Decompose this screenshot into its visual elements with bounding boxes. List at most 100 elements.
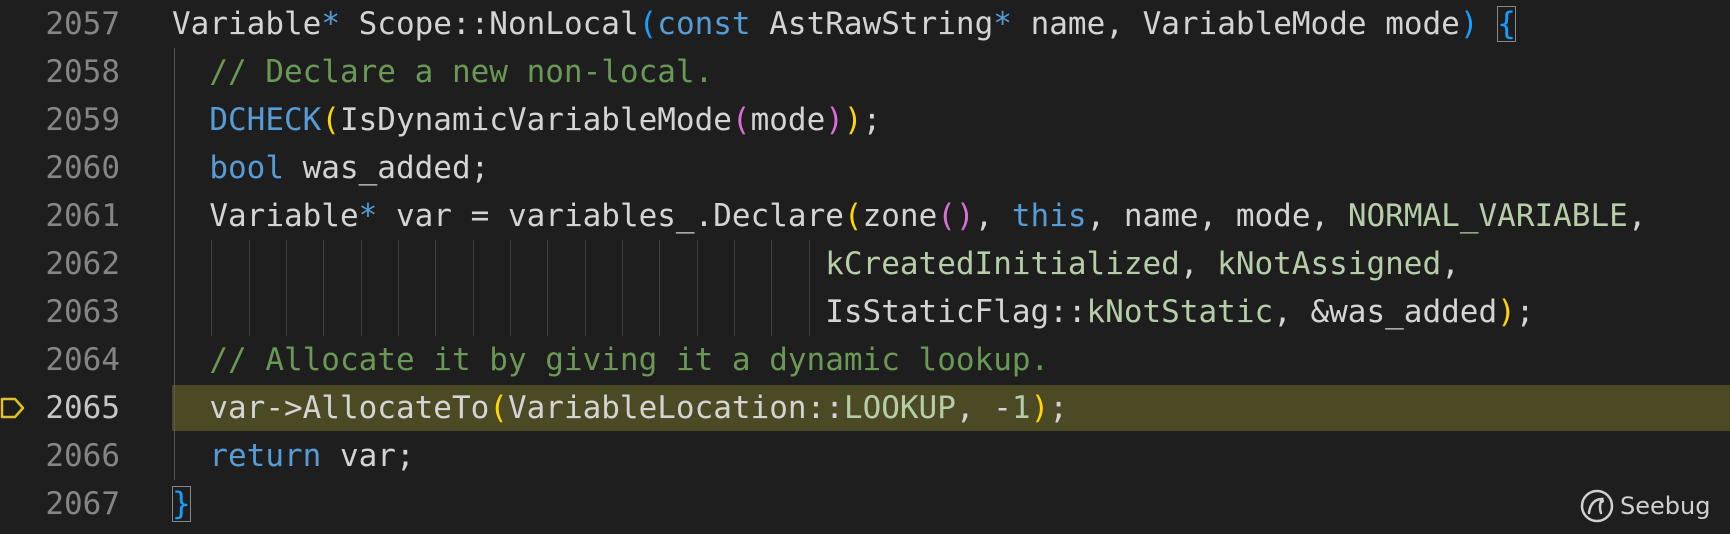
code-token: // Declare a new non-local.: [172, 54, 714, 90]
code-token: ,: [974, 198, 1012, 234]
code-token: zone: [862, 198, 938, 234]
code-token: Variable: [172, 198, 359, 234]
code-token: IsStaticFlag::: [172, 294, 1087, 330]
code-token: (: [843, 198, 863, 234]
line-number: 2063: [45, 294, 120, 330]
indent-guide: [435, 240, 436, 336]
code-token: (: [731, 102, 751, 138]
code-token: AstRawString: [750, 6, 994, 42]
indent-guide: [211, 240, 212, 336]
code-token: , -: [955, 390, 1012, 426]
code-token: Variable: [172, 6, 322, 42]
code-token: VariableLocation::: [507, 390, 844, 426]
code-token: Scope::NonLocal: [339, 6, 639, 42]
code-text[interactable]: Variable * Scope::NonLocal(const AstRawSt…: [172, 0, 1516, 48]
code-line[interactable]: 2065 var->AllocateTo(VariableLocation::L…: [0, 384, 1730, 432]
code-line[interactable]: 2057 Variable * Scope::NonLocal(const AstR…: [0, 0, 1730, 48]
indent-guide: [697, 240, 698, 336]
code-line[interactable]: 2063 IsStaticFlag::kNotStatic, &was_adde…: [0, 288, 1730, 336]
line-number: 2065: [45, 390, 120, 426]
code-line[interactable]: 2060 bool was_added;: [0, 144, 1730, 192]
code-token: ;: [1049, 390, 1068, 426]
code-token: ;: [1515, 294, 1535, 330]
code-token: (: [321, 102, 340, 138]
indent-guide: [809, 240, 810, 336]
code-token: bool: [209, 150, 284, 186]
code-text[interactable]: IsStaticFlag::kNotStatic, &was_added);: [172, 288, 1534, 336]
code-text[interactable]: }: [172, 480, 191, 528]
code-token: *: [993, 6, 1012, 42]
code-token: , name, mode,: [1086, 198, 1348, 234]
code-line[interactable]: 2058 // Declare a new non-local.: [0, 48, 1730, 96]
indent-guide: [174, 48, 175, 480]
line-number: 2061: [45, 198, 120, 234]
code-token: (: [638, 6, 658, 42]
code-token: ): [843, 102, 863, 138]
code-token: ): [825, 102, 844, 138]
code-token: var = variables_.Declare: [377, 198, 844, 234]
matched-bracket: }: [172, 486, 191, 522]
code-token: , &was_added: [1273, 294, 1498, 330]
indent-guide: [286, 240, 287, 336]
indent-guide: [249, 240, 250, 336]
line-number: 2057: [45, 6, 120, 42]
seebug-watermark: Seebug: [1580, 484, 1710, 528]
line-number: 2058: [45, 54, 120, 90]
indent-guide: [510, 240, 511, 336]
code-token: return: [209, 438, 322, 474]
code-token: *: [358, 198, 378, 234]
seebug-logo-icon: [1580, 489, 1614, 523]
indent-guide: [622, 240, 623, 336]
indent-guide: [585, 240, 586, 336]
code-line[interactable]: 2061 Variable* var = variables_.Declare(…: [0, 192, 1730, 240]
line-number: 2060: [45, 150, 120, 186]
code-line[interactable]: 2059 DCHECK(IsDynamicVariableMode(mode))…: [0, 96, 1730, 144]
code-text[interactable]: DCHECK(IsDynamicVariableMode(mode));: [172, 96, 881, 144]
code-text[interactable]: bool was_added;: [172, 144, 489, 192]
line-number: 2062: [45, 246, 120, 282]
line-number: 2066: [45, 438, 120, 474]
indent-guide: [734, 240, 735, 336]
code-token: NORMAL_VARIABLE: [1347, 198, 1628, 234]
code-token: (): [937, 198, 975, 234]
indent-guide: [659, 240, 660, 336]
code-text[interactable]: kCreatedInitialized, kNotAssigned,: [172, 240, 1460, 288]
code-token: 1: [1011, 390, 1031, 426]
indent-guide: [398, 240, 399, 336]
watermark-text: Seebug: [1620, 492, 1711, 520]
code-token: ,: [1627, 198, 1647, 234]
code-token: this: [1011, 198, 1087, 234]
line-number: 2064: [45, 342, 120, 378]
code-token: ): [1497, 294, 1516, 330]
code-token: ): [1030, 390, 1050, 426]
code-token: ): [1459, 6, 1479, 42]
code-line[interactable]: 2062 kCreatedInitialized, kNotAssigned,: [0, 240, 1730, 288]
indent-guide: [361, 240, 362, 336]
code-text[interactable]: var->AllocateTo(VariableLocation::LOOKUP…: [172, 384, 1068, 432]
code-token: was_added;: [283, 150, 490, 186]
code-text[interactable]: return var;: [172, 432, 415, 480]
line-number: 2067: [45, 486, 120, 522]
code-token: mode: [750, 102, 826, 138]
code-token: const: [657, 6, 751, 42]
code-line[interactable]: 2064 // Allocate it by giving it a dynam…: [0, 336, 1730, 384]
code-line[interactable]: 2066 return var;: [0, 432, 1730, 480]
code-text[interactable]: Variable* var = variables_.Declare(zone(…: [172, 192, 1646, 240]
code-token: // Allocate it by giving it a dynamic lo…: [172, 342, 1050, 378]
code-text[interactable]: // Declare a new non-local.: [172, 48, 713, 96]
code-token: ,: [1441, 246, 1460, 282]
indent-guide: [771, 240, 772, 336]
code-token: var->AllocateTo: [172, 390, 490, 426]
code-token: kCreatedInitialized: [825, 246, 1180, 282]
code-editor[interactable]: 2057 Variable* Scope::NonLocal(const AstR…: [0, 0, 1730, 534]
code-token: IsDynamicVariableMode: [339, 102, 732, 138]
code-line[interactable]: 2067}: [0, 480, 1730, 528]
code-text[interactable]: // Allocate it by giving it a dynamic lo…: [172, 336, 1049, 384]
code-token: var;: [321, 438, 415, 474]
matched-bracket: {: [1497, 6, 1516, 42]
